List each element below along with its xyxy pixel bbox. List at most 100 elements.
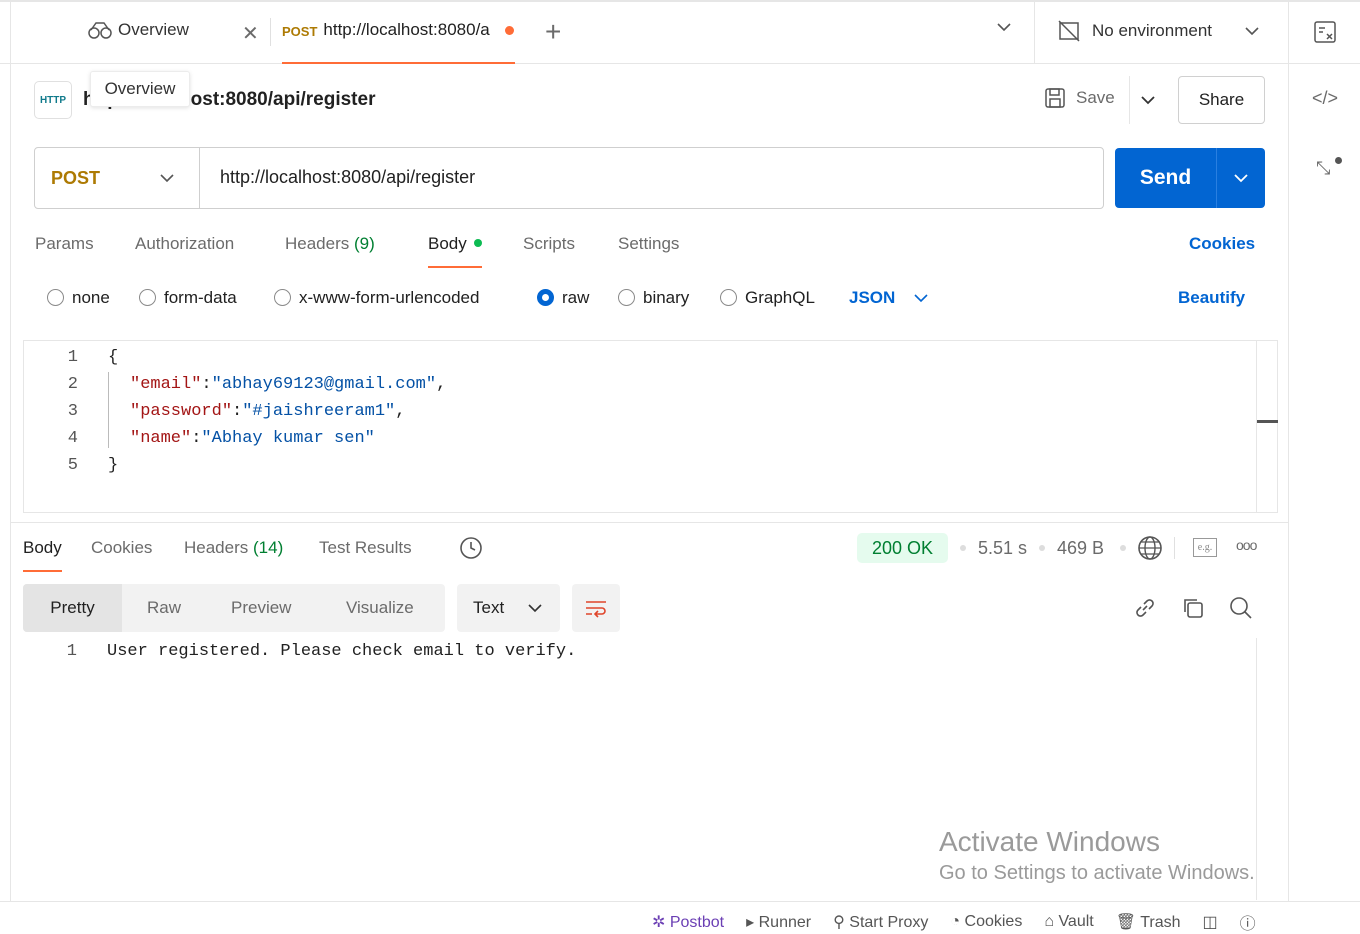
footer-vault[interactable]: ⌂ Vault: [1044, 913, 1093, 931]
copy-icon[interactable]: [1181, 596, 1205, 620]
right-sidebar-divider: [1288, 2, 1289, 902]
footer-start-proxy[interactable]: ⚲ Start Proxy: [833, 912, 928, 932]
footer-trash[interactable]: 🗑 Trash: [1116, 912, 1181, 932]
save-options-chevron-icon[interactable]: [1140, 95, 1156, 105]
radio-label: binary: [643, 288, 690, 307]
res-tab-cookies[interactable]: Cookies: [91, 538, 152, 558]
line-content: "password":"#jaishreeram1",: [78, 398, 405, 425]
help-icon[interactable]: ⓘ: [1240, 910, 1256, 934]
code-token: {: [108, 348, 119, 367]
body-format-select[interactable]: JSON: [849, 288, 929, 308]
code-icon[interactable]: </>: [1312, 88, 1338, 109]
separator-dot: [960, 545, 966, 551]
response-body: 1 User registered. Please check email to …: [0, 641, 576, 663]
editor-scrollbar[interactable]: [1256, 340, 1278, 513]
code-token: }: [108, 456, 119, 475]
footer-label: Start Proxy: [849, 914, 929, 931]
radio-graphql[interactable]: GraphQL: [720, 288, 815, 308]
tab-settings[interactable]: Settings: [618, 234, 679, 254]
send-button[interactable]: Send: [1115, 148, 1217, 208]
footer-runner[interactable]: ▸ Runner: [746, 912, 811, 932]
unsaved-dot-icon: [505, 26, 515, 35]
no-environment-icon: [1058, 20, 1080, 42]
line-content: "email":"abhay69123@gmail.com",: [78, 371, 446, 398]
res-tab-body[interactable]: Body: [23, 538, 62, 572]
radio-icon: [139, 289, 156, 306]
footer-label: Runner: [758, 914, 812, 931]
tab-body[interactable]: Body: [428, 234, 482, 268]
tabs-dropdown-chevron-icon[interactable]: [996, 22, 1012, 32]
chevron-down-icon: [159, 173, 175, 183]
radio-selected-icon: [537, 289, 554, 306]
send-button-group: Send: [1115, 148, 1265, 208]
divider: [1129, 76, 1130, 124]
response-format-select[interactable]: Text: [457, 584, 560, 632]
chevron-down-icon: [1244, 26, 1260, 36]
radio-none[interactable]: none: [47, 288, 110, 308]
tab-scripts[interactable]: Scripts: [523, 234, 575, 254]
tab-request[interactable]: POST http://localhost:8080/a: [282, 20, 515, 64]
view-raw[interactable]: Raw: [147, 598, 181, 618]
globe-icon[interactable]: [1137, 535, 1163, 561]
radio-urlencoded[interactable]: x-www-form-urlencoded: [274, 288, 479, 308]
notification-dot: [1335, 157, 1342, 164]
line-content: User registered. Please check email to v…: [107, 642, 577, 661]
watermark-subtitle: Go to Settings to activate Windows.: [939, 862, 1255, 884]
collapse-icon[interactable]: ⤡: [1316, 158, 1330, 179]
history-icon[interactable]: [458, 535, 484, 561]
send-options-chevron-icon[interactable]: [1217, 148, 1265, 208]
separator-dot: [1120, 545, 1126, 551]
response-time[interactable]: 5.51 s: [978, 538, 1027, 559]
format-label: JSON: [849, 288, 896, 307]
body-indicator-dot: [473, 239, 482, 247]
vault-icon: ⌂: [1044, 913, 1059, 930]
headers-count: (9): [354, 234, 375, 253]
environment-quicklook-icon[interactable]: [1313, 20, 1337, 44]
view-preview[interactable]: Preview: [231, 598, 291, 618]
response-line: 1 User registered. Please check email to …: [0, 641, 576, 663]
response-size[interactable]: 469 B: [1057, 538, 1104, 559]
save-button[interactable]: Save: [1044, 87, 1115, 109]
watermark-title: Activate Windows: [939, 826, 1160, 857]
cookies-link[interactable]: Cookies: [1189, 234, 1255, 254]
tab-overview[interactable]: Overview: [88, 20, 189, 40]
status-badge[interactable]: 200 OK: [857, 533, 948, 563]
line-number: 3: [67, 402, 78, 421]
radio-binary[interactable]: binary: [618, 288, 689, 308]
divider: [1174, 537, 1175, 559]
tab-authorization[interactable]: Authorization: [135, 234, 234, 254]
wrap-lines-button[interactable]: [572, 584, 620, 632]
share-button[interactable]: Share: [1178, 76, 1265, 124]
new-tab-plus-icon[interactable]: +: [545, 16, 561, 48]
chevron-down-icon: [528, 603, 542, 612]
code-token: ,: [395, 402, 406, 421]
two-pane-icon[interactable]: ◫: [1203, 912, 1218, 932]
tab-headers[interactable]: Headers (9): [285, 234, 375, 254]
res-tab-test-results[interactable]: Test Results: [319, 538, 412, 558]
code-line: 5}: [0, 452, 446, 479]
environment-selector[interactable]: No environment: [1058, 20, 1260, 42]
res-tab-headers[interactable]: Headers (14): [184, 538, 283, 558]
save-example-icon[interactable]: e.g.: [1193, 538, 1217, 557]
radio-raw[interactable]: raw: [537, 288, 589, 308]
method-select[interactable]: POST: [35, 148, 200, 208]
code-token: "Abhay kumar sen": [201, 429, 375, 448]
search-icon[interactable]: [1229, 596, 1253, 620]
url-input[interactable]: http://localhost:8080/api/register: [220, 167, 475, 188]
view-visualize[interactable]: Visualize: [346, 598, 414, 618]
tab-label: Headers: [184, 538, 249, 557]
method-badge: POST: [282, 24, 318, 39]
radio-form-data[interactable]: form-data: [139, 288, 237, 308]
close-tab-icon[interactable]: ✕: [242, 21, 259, 46]
line-content: {: [78, 344, 118, 371]
link-icon[interactable]: [1133, 596, 1157, 620]
code-token: "password": [130, 402, 233, 421]
view-pretty[interactable]: Pretty: [23, 584, 122, 632]
footer-cookies[interactable]: ◔ Cookies: [950, 913, 1022, 931]
tab-params[interactable]: Params: [35, 234, 94, 254]
response-scrollbar[interactable]: [1256, 638, 1278, 900]
more-options-icon[interactable]: ooo: [1236, 537, 1257, 553]
footer-postbot[interactable]: ✲ Postbot: [652, 912, 724, 932]
code-token: "abhay69123@gmail.com": [211, 375, 437, 394]
beautify-link[interactable]: Beautify: [1178, 288, 1245, 308]
